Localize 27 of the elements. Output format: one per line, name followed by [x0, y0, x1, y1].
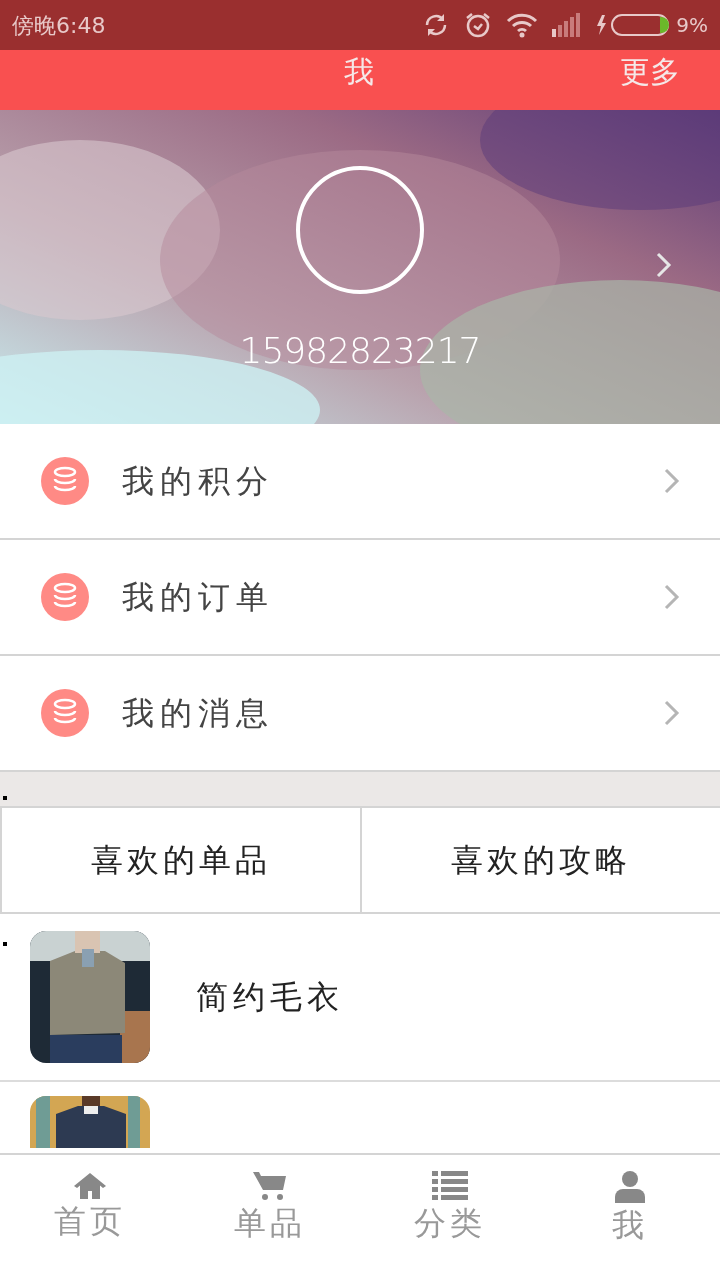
- cart-icon: [253, 1171, 287, 1201]
- chevron-right-icon: [664, 584, 680, 610]
- item-title: 简约毛衣: [196, 977, 344, 1018]
- database-icon: [40, 572, 90, 622]
- battery-icon: [596, 13, 671, 37]
- bullet-mark: [3, 942, 7, 946]
- bullet-mark: [3, 796, 7, 800]
- battery-percent: 9%: [676, 12, 708, 39]
- page-title: 我: [344, 53, 374, 91]
- home-icon: [73, 1171, 107, 1199]
- chevron-right-icon: [664, 700, 680, 726]
- wifi-icon: [506, 12, 539, 38]
- status-time: 傍晚6:48: [12, 11, 106, 40]
- list-icon: [432, 1171, 468, 1201]
- signal-icon: [552, 13, 583, 37]
- database-icon: [40, 688, 90, 738]
- favorite-tab[interactable]: 喜欢的单品: [0, 808, 362, 912]
- database-icon: [40, 456, 90, 506]
- chevron-right-icon: [664, 468, 680, 494]
- menu-label: 我的积分: [122, 461, 274, 502]
- favorite-tab[interactable]: 喜欢的攻略: [362, 808, 720, 912]
- menu-label: 我的消息: [122, 693, 274, 734]
- user-icon: [615, 1171, 645, 1203]
- chevron-right-icon[interactable]: [656, 252, 672, 278]
- menu-label: 我的订单: [122, 577, 274, 618]
- avatar[interactable]: [296, 166, 424, 294]
- phone-number: 15982823217: [239, 329, 481, 373]
